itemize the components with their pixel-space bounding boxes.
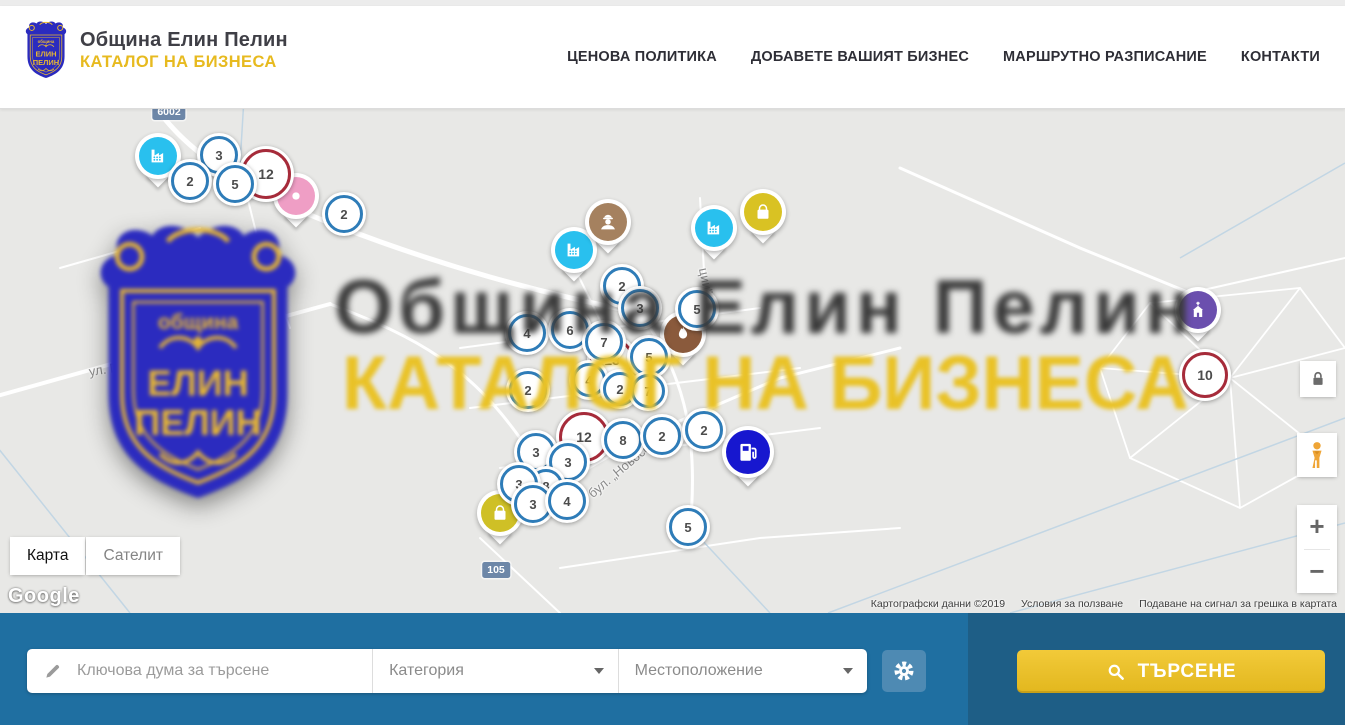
keyword-input[interactable] [75,661,372,681]
terms-link[interactable]: Условия за ползване [1021,598,1123,610]
street-view-pegman[interactable] [1297,433,1337,477]
zoom-control: + − [1297,505,1337,593]
nav-item-contacts[interactable]: КОНТАКТИ [1241,49,1320,65]
search-button[interactable]: ТЪРСЕНЕ [1017,650,1325,693]
zoom-in-button[interactable]: + [1297,505,1337,549]
nav-item-route-schedule[interactable]: МАРШРУТНО РАЗПИСАНИЕ [1003,49,1207,65]
report-error-link[interactable]: Подаване на сигнал за грешка в картата [1139,598,1337,610]
pencil-icon [43,661,63,681]
map-cluster[interactable]: 5 [675,287,719,331]
municipality-logo-icon [22,20,70,80]
map-cluster[interactable]: 2 [322,192,366,236]
zoom-out-button[interactable]: − [1297,549,1337,593]
map-cluster[interactable]: 5 [213,162,257,206]
chevron-down-icon [594,668,604,674]
location-select-value: Местоположение [635,662,763,680]
pegman-icon [1304,439,1330,471]
lock-icon [1308,369,1328,389]
map-type-map-button[interactable]: Карта [10,537,85,575]
category-select[interactable]: Категория [372,649,618,693]
advanced-settings-button[interactable] [882,650,926,692]
search-fields: Категория Местоположение [27,649,867,693]
nav-item-pricing[interactable]: ЦЕНОВА ПОЛИТИКА [567,49,717,65]
search-icon [1106,662,1126,682]
chevron-down-icon [843,668,853,674]
main-nav: ЦЕНОВА ПОЛИТИКА ДОБАВЕТЕ ВАШИЯТ БИЗНЕС М… [567,6,1320,108]
map-canvas[interactable]: ул. Преславбул. „Новоселции"6002105 3212… [0,108,1345,613]
google-logo[interactable]: Google [8,585,80,608]
map-cluster[interactable]: 5 [666,505,710,549]
map-cluster[interactable]: 2 [168,159,212,203]
map-type-satellite-button[interactable]: Сателит [86,537,179,575]
map-cluster[interactable]: 10 [1179,349,1231,401]
brand[interactable]: Община Елин Пелин КАТАЛОГ НА БИЗНЕСА [22,20,288,80]
map-clusters-layer: 321252235461375422712822338334510 [0,108,1345,613]
map-cluster[interactable]: 2 [682,408,726,452]
gear-icon [892,659,916,683]
map-type-control: Карта Сателит [10,537,180,575]
lock-control[interactable] [1300,361,1336,397]
map-cluster[interactable]: 2 [640,414,684,458]
header: Община Елин Пелин КАТАЛОГ НА БИЗНЕСА ЦЕН… [0,6,1345,109]
map-cluster[interactable]: 7 [628,371,668,411]
category-select-value: Категория [389,662,464,680]
map-cluster[interactable]: 7 [582,320,626,364]
search-button-label: ТЪРСЕНЕ [1138,661,1237,683]
brand-title: Община Елин Пелин [80,29,288,52]
map-cluster[interactable]: 8 [601,418,645,462]
app: Община Елин Пелин КАТАЛОГ НА БИЗНЕСА ЦЕН… [0,0,1345,725]
search-bar: Категория Местоположение ТЪРСЕНЕ [0,613,1345,725]
attribution-copyright: Картографски данни ©2019 [871,598,1005,610]
map-cluster[interactable]: 2 [506,368,550,412]
location-select[interactable]: Местоположение [618,649,867,693]
map-cluster[interactable]: 3 [618,286,662,330]
map-attribution: Картографски данни ©2019 Условия за полз… [871,598,1337,610]
brand-subtitle: КАТАЛОГ НА БИЗНЕСА [80,53,288,72]
map-cluster[interactable]: 4 [545,479,589,523]
keyword-section [27,649,372,693]
map-cluster[interactable]: 4 [505,311,549,355]
nav-item-add-business[interactable]: ДОБАВЕТЕ ВАШИЯТ БИЗНЕС [751,49,969,65]
